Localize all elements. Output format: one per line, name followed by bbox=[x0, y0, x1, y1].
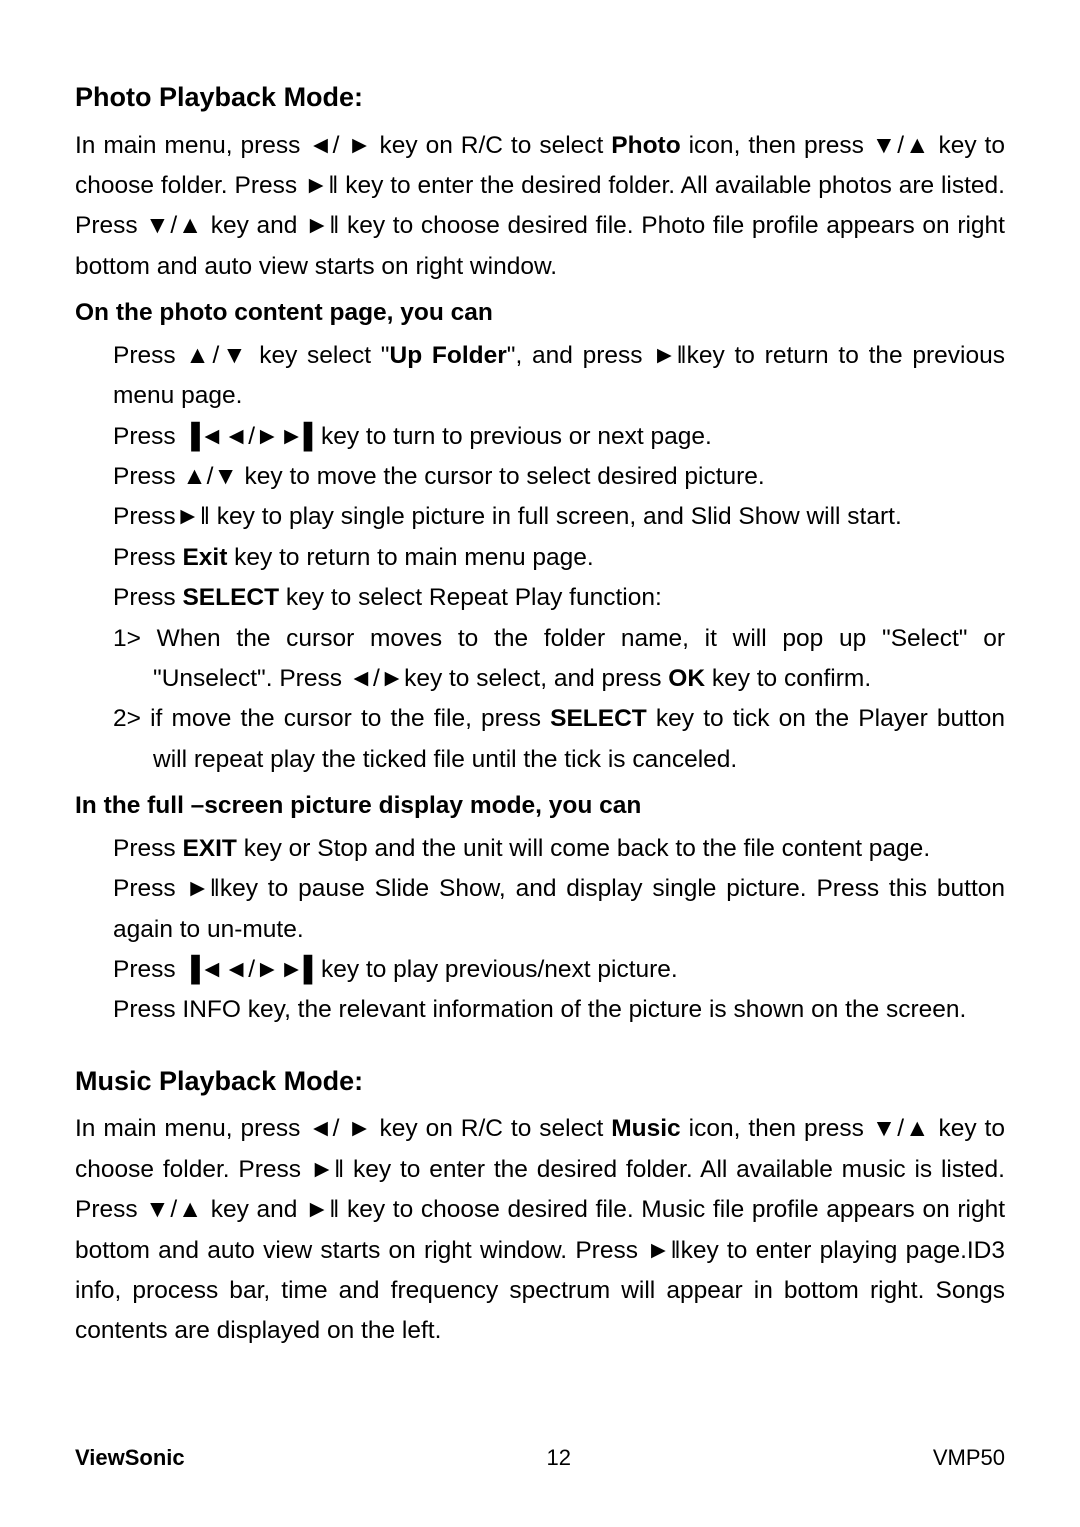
photo-intro-p1: In main menu, press ◄/ ► key on R/C to s… bbox=[75, 132, 611, 159]
photo-num1a: 1> When the cursor moves to the folder n… bbox=[113, 625, 1005, 692]
photo-line3: Press ▲/▼ key to move the cursor to sele… bbox=[75, 457, 1005, 497]
footer-page: 12 bbox=[547, 1445, 571, 1471]
photo-line6c: key to select Repeat Play function: bbox=[279, 584, 662, 611]
photo-heading: Photo Playback Mode: bbox=[75, 75, 1005, 120]
photo-sub1: On the photo content page, you can bbox=[75, 293, 1005, 333]
photo-num2: 2> if move the cursor to the file, press… bbox=[75, 699, 1005, 780]
photo-line6a: Press bbox=[113, 584, 182, 611]
photo-line5a: Press bbox=[113, 544, 182, 571]
photo-num1: 1> When the cursor moves to the folder n… bbox=[75, 619, 1005, 700]
photo-intro: In main menu, press ◄/ ► key on R/C to s… bbox=[75, 126, 1005, 288]
music-intro-bold: Music bbox=[611, 1115, 680, 1142]
photo-fs1a: Press bbox=[113, 835, 182, 862]
photo-line1a: Press ▲/▼ key select " bbox=[113, 342, 390, 369]
photo-fs1: Press EXIT key or Stop and the unit will… bbox=[75, 829, 1005, 869]
footer: ViewSonic 12 VMP50 bbox=[75, 1445, 1005, 1471]
music-heading: Music Playback Mode: bbox=[75, 1059, 1005, 1104]
photo-line1b: Up Folder bbox=[390, 342, 507, 369]
photo-num2a: 2> if move the cursor to the file, press bbox=[113, 705, 550, 732]
music-intro-p2: icon, then press ▼/▲ key to choose folde… bbox=[75, 1115, 1005, 1344]
photo-fs1b: EXIT bbox=[182, 835, 236, 862]
photo-fs1c: key or Stop and the unit will come back … bbox=[237, 835, 930, 862]
photo-fs2: Press ►‖key to pause Slide Show, and dis… bbox=[75, 869, 1005, 950]
photo-line5c: key to return to main menu page. bbox=[227, 544, 593, 571]
photo-fs3: Press ▐◄◄/►►▌key to play previous/next p… bbox=[75, 950, 1005, 990]
photo-intro-bold: Photo bbox=[611, 132, 680, 159]
photo-fs4: Press INFO key, the relevant information… bbox=[75, 990, 1005, 1030]
music-intro: In main menu, press ◄/ ► key on R/C to s… bbox=[75, 1109, 1005, 1352]
photo-line5: Press Exit key to return to main menu pa… bbox=[75, 538, 1005, 578]
photo-line4: Press►‖ key to play single picture in fu… bbox=[75, 497, 1005, 537]
photo-sub2: In the full –screen picture display mode… bbox=[75, 786, 1005, 826]
photo-line6b: SELECT bbox=[182, 584, 279, 611]
footer-model: VMP50 bbox=[933, 1445, 1005, 1471]
photo-line2: Press ▐◄◄/►►▌key to turn to previous or … bbox=[75, 417, 1005, 457]
document-content: Photo Playback Mode: In main menu, press… bbox=[75, 75, 1005, 1352]
photo-num2b: SELECT bbox=[550, 705, 647, 732]
photo-num1c: key to confirm. bbox=[705, 665, 871, 692]
photo-num1b: OK bbox=[668, 665, 705, 692]
photo-line6: Press SELECT key to select Repeat Play f… bbox=[75, 578, 1005, 618]
footer-brand: ViewSonic bbox=[75, 1445, 185, 1471]
music-intro-p1: In main menu, press ◄/ ► key on R/C to s… bbox=[75, 1115, 611, 1142]
photo-line5b: Exit bbox=[182, 544, 227, 571]
photo-line1: Press ▲/▼ key select "Up Folder", and pr… bbox=[75, 336, 1005, 417]
